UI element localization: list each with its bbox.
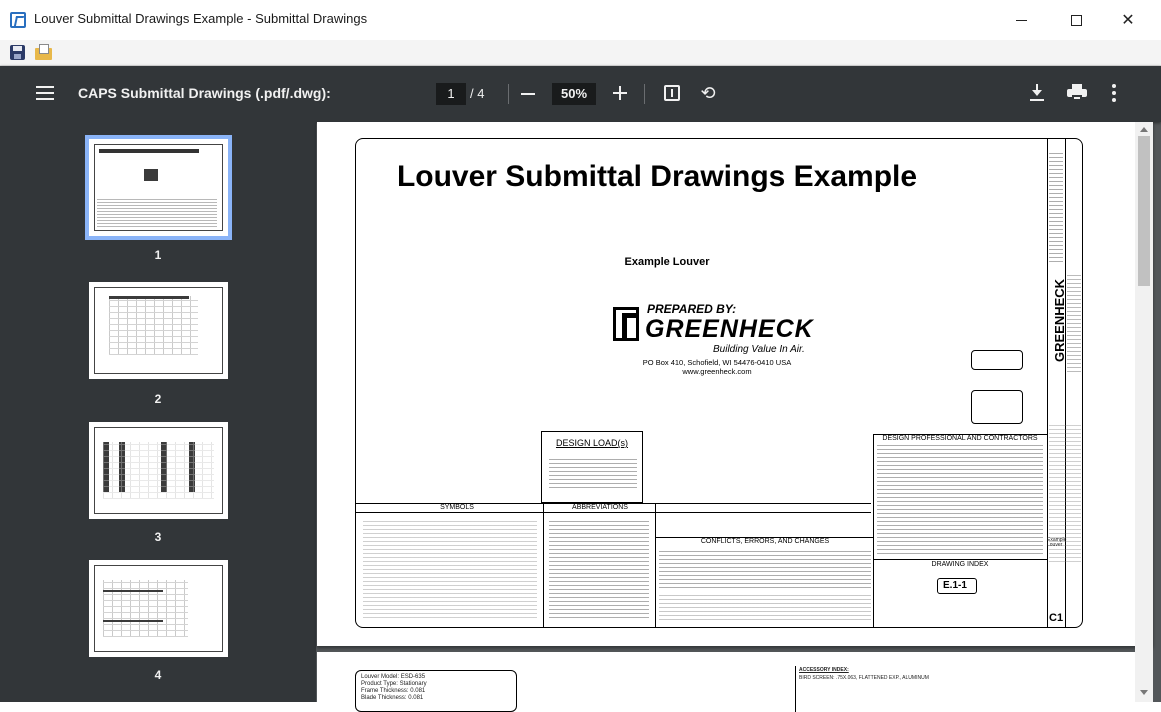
minimize-icon <box>1015 19 1027 21</box>
design-load-title: DESIGN LOAD(s) <box>555 438 628 448</box>
brand-tagline: Building Value In Air. <box>713 344 805 355</box>
separator <box>508 84 509 104</box>
print-icon[interactable] <box>1067 84 1087 102</box>
rotate-icon[interactable]: ⟲ <box>698 83 718 103</box>
brand-name: GREENHECK <box>645 315 814 343</box>
product-type: Product Type: Stationary <box>361 681 427 687</box>
document-title: CAPS Submittal Drawings (.pdf/.dwg): <box>78 85 331 101</box>
accessory-line: BIRD SCREEN: .75X.063, FLATTENED EXP., A… <box>799 675 929 681</box>
approval-section <box>659 592 871 620</box>
close-button[interactable]: ✕ <box>1113 8 1143 32</box>
page-number-input[interactable]: 1 <box>436 83 466 105</box>
pdf-page-2: Louver Model: ESD-635 Product Type: Stat… <box>317 652 1153 712</box>
maximize-button[interactable] <box>1061 8 1091 32</box>
title-block-brand: GREENHECK <box>1052 278 1067 362</box>
note-bubble <box>971 390 1023 424</box>
app-icon <box>10 12 26 28</box>
page-thumbnail-4[interactable] <box>89 560 228 657</box>
more-options-icon[interactable] <box>1112 84 1116 102</box>
address: PO Box 410, Schofield, WI 54476-0410 USA… <box>642 358 792 376</box>
note-bubble <box>971 350 1023 370</box>
drawing-index-sheet: E.1-1 <box>943 580 967 591</box>
app-toolbar <box>0 40 1161 66</box>
save-icon[interactable] <box>8 43 28 63</box>
page-subtitle: Example Louver <box>624 256 710 268</box>
drawing-index-title: DRAWING INDEX <box>931 561 989 568</box>
design-professional-text <box>877 444 1043 554</box>
thumbnail-number: 1 <box>154 248 162 262</box>
window-titlebar: Louver Submittal Drawings Example - Subm… <box>0 0 1161 40</box>
design-load-text <box>549 458 637 488</box>
fit-page-icon[interactable] <box>664 85 680 101</box>
thumbnail-number: 3 <box>154 530 162 544</box>
greenheck-logo-icon <box>613 307 639 341</box>
thumbnail-number: 2 <box>154 392 162 406</box>
page-thumbnail-1[interactable] <box>85 135 232 240</box>
title-block-example: Example Louver <box>1047 537 1067 548</box>
zoom-out-icon[interactable] <box>521 93 535 95</box>
zoom-input[interactable]: 50% <box>552 83 596 105</box>
thumbnail-sidebar: 1 2 3 4 <box>0 122 316 702</box>
pdf-page-1: Louver Submittal Drawings Example Exampl… <box>317 122 1153 646</box>
window-title: Louver Submittal Drawings Example - Subm… <box>34 11 368 26</box>
thumbnail-number: 4 <box>154 668 162 682</box>
scroll-up-icon[interactable] <box>1140 127 1148 132</box>
symbols-title: SYMBOLS <box>440 504 474 511</box>
page-thumbnail-2[interactable] <box>89 282 228 379</box>
scroll-down-icon[interactable] <box>1140 690 1148 695</box>
vertical-scrollbar[interactable] <box>1135 122 1153 702</box>
page-total: / 4 <box>470 86 485 101</box>
sheet-number: C1 <box>1049 612 1064 624</box>
zoom-in-icon[interactable] <box>613 86 627 100</box>
conflicts-text <box>659 548 871 588</box>
symbols-list <box>363 518 537 618</box>
page-thumbnail-3[interactable] <box>89 422 228 519</box>
blade-thickness: Blade Thickness: 0.081 <box>361 695 424 701</box>
scroll-thumb[interactable] <box>1138 136 1150 286</box>
title-block-info <box>1067 272 1081 372</box>
frame-thickness: Frame Thickness: 0.081 <box>361 688 426 694</box>
disclaimer-text <box>1049 152 1063 262</box>
conflicts-title: CONFLICTS, ERRORS, AND CHANGES <box>700 538 830 545</box>
abbreviations-list <box>549 518 649 618</box>
minimize-button[interactable] <box>1006 8 1036 32</box>
open-folder-icon[interactable] <box>34 43 54 63</box>
pdf-viewer: CAPS Submittal Drawings (.pdf/.dwg): 1 /… <box>0 66 1161 712</box>
abbreviations-title: ABBREVIATIONS <box>572 504 628 511</box>
accessory-index-title: ACCESSORY INDEX: <box>799 667 849 673</box>
separator <box>644 84 645 104</box>
design-professional-title: DESIGN PROFESSIONAL AND CONTRACTORS <box>882 435 1038 442</box>
pdf-toolbar: CAPS Submittal Drawings (.pdf/.dwg): 1 /… <box>0 66 1161 122</box>
prepared-by-label: PREPARED BY: <box>647 302 737 316</box>
page-title: Louver Submittal Drawings Example <box>396 160 918 193</box>
menu-icon[interactable] <box>36 86 54 100</box>
louver-model: Louver Model: ESD-635 <box>361 674 426 680</box>
maximize-icon <box>1070 14 1082 26</box>
download-icon[interactable] <box>1029 84 1045 102</box>
